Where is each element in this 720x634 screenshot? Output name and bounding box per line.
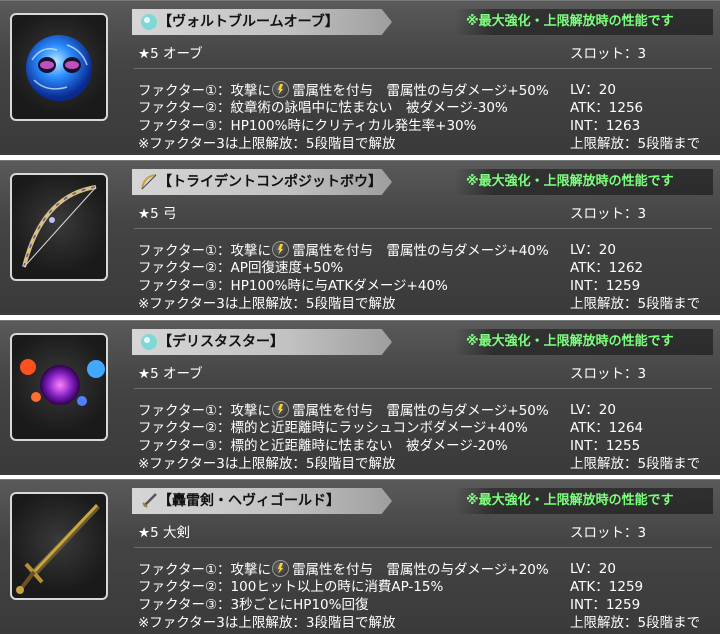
bow-icon	[141, 174, 157, 190]
divider	[134, 228, 712, 229]
max-performance-note: ※最大強化・上限解放時の性能です	[466, 334, 674, 349]
slot-count: スロット：3	[570, 206, 647, 222]
atk-stat: ATK：1259	[570, 579, 644, 595]
level-stat: LV：20	[570, 82, 616, 98]
level-stat: LV：20	[570, 561, 616, 577]
int-stat: INT：1259	[570, 278, 641, 294]
weapon-name: 【轟雷剣・ヘヴィゴールド】	[158, 493, 340, 509]
factor-1: ファクター①：攻撃に 雷属性を付与 雷属性の与ダメージ+20%	[138, 560, 549, 579]
factor-2: ファクター②：標的と近距離時にラッシュコンボダメージ+40%	[138, 420, 528, 436]
weapon-title-bar: 【ヴォルトブルームオーブ】	[132, 9, 392, 35]
factor-1: ファクター①：攻撃に 雷属性を付与 雷属性の与ダメージ+50%	[138, 81, 549, 100]
factor-1: ファクター①：攻撃に 雷属性を付与 雷属性の与ダメージ+50%	[138, 401, 549, 420]
weapon-thumbnail[interactable]	[10, 173, 108, 281]
weapon-thumbnail[interactable]	[10, 333, 108, 441]
int-stat: INT：1259	[570, 597, 641, 613]
weapon-rarity: ★5 大剣	[138, 525, 190, 541]
orb-image-icon	[20, 359, 105, 406]
max-performance-note: ※最大強化・上限解放時の性能です	[466, 14, 674, 29]
factor-1-prefix: ファクター①：攻撃に	[138, 403, 272, 419]
weapon-thumbnail[interactable]	[10, 13, 108, 121]
bow-image-icon	[22, 185, 97, 268]
weapon-card: 【デリスタスター】 ※最大強化・上限解放時の性能です ★5 オーブ スロット：3…	[0, 320, 720, 475]
level-stat: LV：20	[570, 402, 616, 418]
factor-1-effect: 雷属性を付与 雷属性の与ダメージ+50%	[292, 403, 549, 419]
factor-1-effect: 雷属性を付与 雷属性の与ダメージ+20%	[292, 562, 549, 578]
lightning-icon	[272, 560, 290, 577]
max-performance-note: ※最大強化・上限解放時の性能です	[466, 174, 674, 189]
divider	[134, 547, 712, 548]
factor-1-effect: 雷属性を付与 雷属性の与ダメージ+50%	[292, 83, 549, 99]
sword-image-icon	[16, 504, 100, 594]
factor-2: ファクター②：AP回復速度+50%	[138, 260, 344, 276]
lightning-icon	[272, 401, 290, 418]
divider	[134, 68, 712, 69]
factor-1-prefix: ファクター①：攻撃に	[138, 562, 272, 578]
factor-3-unlock-note: ※ファクター3は上限解放：5段階目で解放	[138, 456, 396, 472]
weapon-card: 【トライデントコンポジットボウ】 ※最大強化・上限解放時の性能です ★5 弓 ス…	[0, 160, 720, 315]
lightning-icon	[272, 81, 290, 98]
weapon-title-bar: 【トライデントコンポジットボウ】	[132, 169, 392, 195]
factor-3-unlock-note: ※ファクター3は上限解放：5段階目で解放	[138, 136, 396, 152]
max-performance-note: ※最大強化・上限解放時の性能です	[466, 493, 674, 508]
weapon-rarity: ★5 オーブ	[138, 366, 203, 382]
slot-count: スロット：3	[570, 525, 647, 541]
slot-count: スロット：3	[570, 366, 647, 382]
limit-break-stat: 上限解放：5段階まで	[570, 136, 701, 152]
factor-1-prefix: ファクター①：攻撃に	[138, 243, 272, 259]
int-stat: INT：1255	[570, 438, 641, 454]
factor-3: ファクター③：HP100%時に与ATKダメージ+40%	[138, 278, 448, 294]
level-stat: LV：20	[570, 242, 616, 258]
factor-2: ファクター②：100ヒット以上の時に消費AP-15%	[138, 579, 444, 595]
weapon-rarity: ★5 弓	[138, 206, 177, 222]
weapon-rarity: ★5 オーブ	[138, 46, 203, 62]
weapon-name: 【ヴォルトブルームオーブ】	[158, 14, 339, 30]
orb-icon	[141, 14, 157, 30]
factor-1: ファクター①：攻撃に 雷属性を付与 雷属性の与ダメージ+40%	[138, 241, 549, 260]
lightning-icon	[272, 241, 290, 258]
sword-icon	[142, 493, 157, 508]
orb-icon	[141, 334, 157, 350]
weapon-title-bar: 【轟雷剣・ヘヴィゴールド】	[132, 488, 392, 514]
atk-stat: ATK：1262	[570, 260, 644, 276]
weapon-name: 【トライデントコンポジットボウ】	[158, 174, 382, 190]
factor-3: ファクター③：3秒ごとにHP10%回復	[138, 597, 369, 613]
limit-break-stat: 上限解放：5段階まで	[570, 615, 701, 631]
weapon-title-bar: 【デリスタスター】	[132, 329, 392, 355]
int-stat: INT：1263	[570, 118, 641, 134]
weapon-card: 【轟雷剣・ヘヴィゴールド】 ※最大強化・上限解放時の性能です ★5 大剣 スロッ…	[0, 479, 720, 634]
factor-3: ファクター③：標的と近距離時に怯まない 被ダメージ-20%	[138, 438, 508, 454]
weapon-name: 【デリスタスター】	[158, 334, 284, 350]
factor-1-prefix: ファクター①：攻撃に	[138, 83, 272, 99]
weapon-thumbnail[interactable]	[10, 492, 108, 600]
atk-stat: ATK：1256	[570, 100, 644, 116]
factor-2: ファクター②：紋章術の詠唱中に怯まない 被ダメージ-30%	[138, 100, 508, 116]
factor-3: ファクター③：HP100%時にクリティカル発生率+30%	[138, 118, 477, 134]
factor-3-unlock-note: ※ファクター3は上限解放：5段階目で解放	[138, 296, 396, 312]
orb-image-icon	[26, 35, 92, 101]
factor-1-effect: 雷属性を付与 雷属性の与ダメージ+40%	[292, 243, 549, 259]
weapon-card: 【ヴォルトブルームオーブ】 ※最大強化・上限解放時の性能です ★5 オーブ スロ…	[0, 0, 720, 155]
factor-3-unlock-note: ※ファクター3は上限解放：3段階目で解放	[138, 615, 396, 631]
atk-stat: ATK：1264	[570, 420, 644, 436]
limit-break-stat: 上限解放：5段階まで	[570, 296, 701, 312]
slot-count: スロット：3	[570, 46, 647, 62]
limit-break-stat: 上限解放：5段階まで	[570, 456, 701, 472]
divider	[134, 388, 712, 389]
